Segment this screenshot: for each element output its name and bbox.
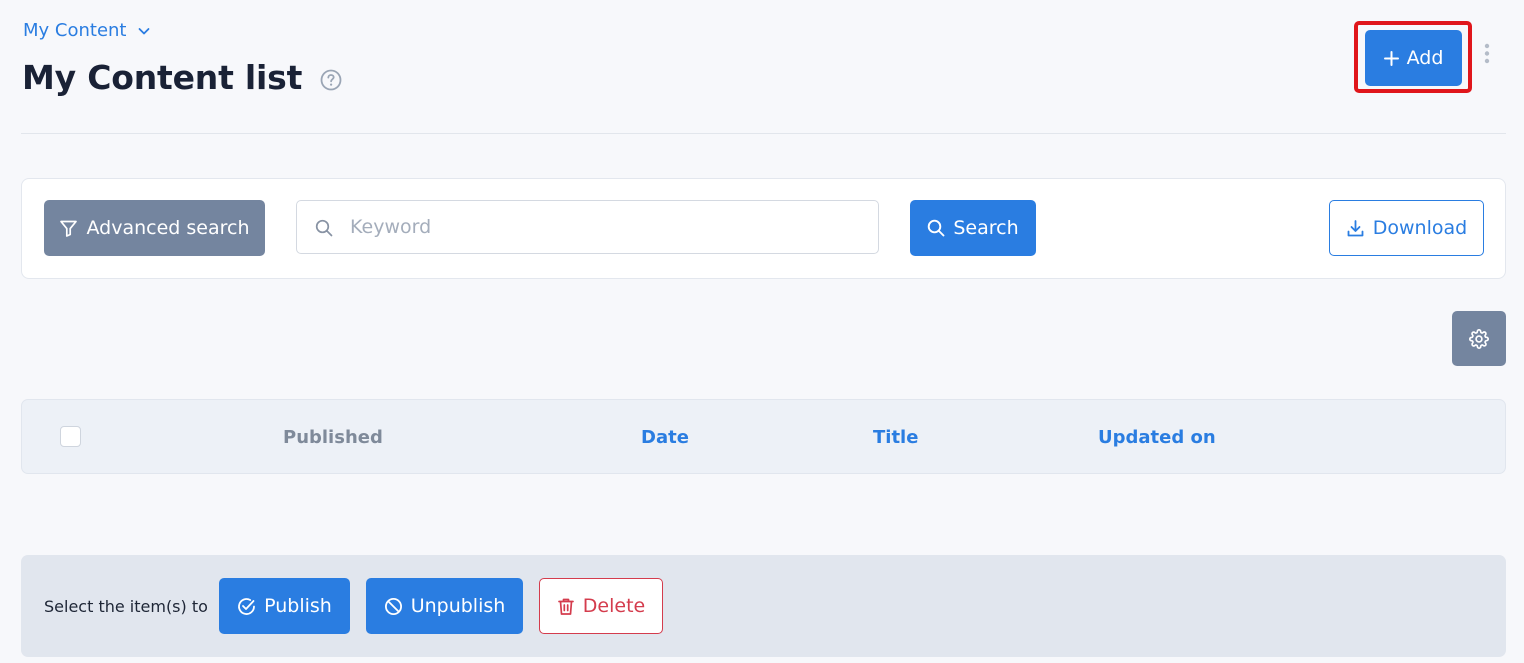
chevron-down-icon — [138, 27, 149, 34]
gear-icon — [1469, 328, 1489, 349]
keyword-search-field — [296, 200, 879, 254]
bulk-action-label: Select the item(s) to — [44, 597, 208, 616]
select-all-checkbox[interactable] — [60, 426, 81, 447]
search-icon — [928, 219, 945, 237]
publish-button[interactable]: Publish — [219, 578, 350, 634]
search-icon — [315, 219, 333, 237]
page-title: My Content list — [22, 58, 303, 97]
publish-button-label: Publish — [264, 595, 332, 617]
add-button[interactable]: Add — [1365, 30, 1462, 86]
title-row: My Content list — [22, 58, 342, 97]
breadcrumb[interactable]: My Content — [23, 20, 151, 41]
search-panel: Advanced search Search Download — [21, 178, 1506, 279]
download-button-label: Download — [1372, 217, 1468, 239]
breadcrumb-label: My Content — [23, 20, 127, 41]
help-icon[interactable] — [320, 69, 342, 91]
column-header-updated-on[interactable]: Updated on — [1098, 427, 1216, 448]
column-settings-button[interactable] — [1452, 311, 1506, 366]
download-icon — [1347, 219, 1364, 236]
more-vertical-icon[interactable] — [1481, 42, 1493, 68]
ban-icon — [384, 597, 402, 615]
unpublish-button[interactable]: Unpublish — [366, 578, 523, 634]
add-button-label: Add — [1406, 47, 1444, 69]
bulk-action-bar: Select the item(s) to Publish Unpublish … — [21, 555, 1506, 657]
trash-icon — [557, 598, 574, 615]
column-header-date[interactable]: Date — [641, 427, 689, 448]
column-header-title[interactable]: Title — [873, 427, 918, 448]
keyword-input[interactable] — [297, 201, 878, 253]
page: My Content My Content list Add Advanced … — [0, 0, 1524, 663]
delete-button[interactable]: Delete — [539, 578, 663, 634]
delete-button-label: Delete — [582, 595, 646, 617]
filter-icon — [60, 220, 78, 237]
column-header-published: Published — [283, 427, 383, 448]
check-circle-icon — [238, 597, 256, 615]
table-header: Published Date Title Updated on — [21, 399, 1506, 474]
plus-icon — [1383, 50, 1399, 66]
download-button[interactable]: Download — [1329, 200, 1484, 256]
search-button[interactable]: Search — [910, 200, 1036, 256]
advanced-search-label: Advanced search — [86, 217, 250, 239]
unpublish-button-label: Unpublish — [410, 595, 506, 617]
search-button-label: Search — [953, 217, 1019, 239]
header-divider — [21, 133, 1506, 134]
advanced-search-button[interactable]: Advanced search — [44, 200, 265, 256]
